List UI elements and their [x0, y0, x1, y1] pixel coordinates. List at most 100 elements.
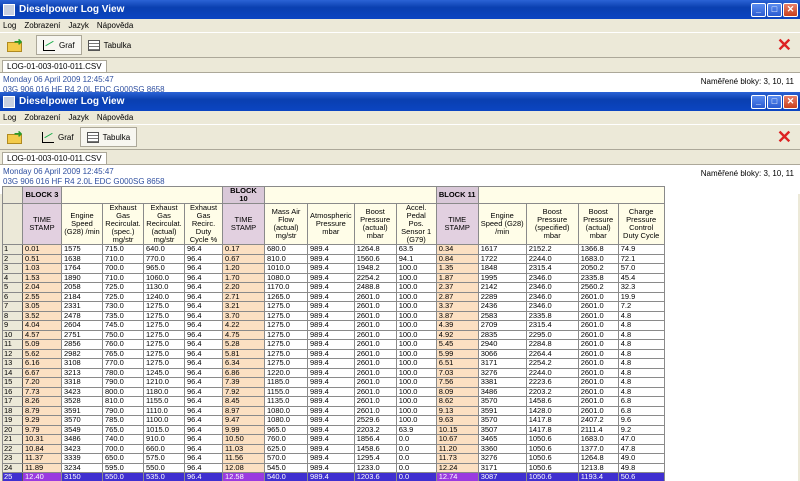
table-cell: 1170.0 — [264, 282, 308, 293]
column-header[interactable]: Mass Air Flow (actual) mg/str — [264, 203, 308, 245]
table-cell: 2601.0 — [353, 301, 397, 312]
table-row[interactable]: 9 4.04 2604 745.0 1275.0 96.4 4.22 1275.0 989.4 2… — [2, 320, 665, 331]
table-cell: 3360 — [477, 443, 527, 454]
minimize-icon[interactable]: _ — [751, 2, 766, 17]
table-cell: 96.4 — [184, 282, 223, 293]
table-cell: 11.37 — [22, 453, 62, 464]
table-cell: 6.86 — [222, 367, 265, 378]
table-row[interactable]: 19 9.29 3570 785.0 1100.0 96.4 9.47 1080.0 989.4… — [2, 415, 665, 426]
table-cell: 790.0 — [102, 405, 144, 416]
column-header[interactable]: Exhaust Gas Recirculat. (actual) mg/str — [143, 203, 185, 245]
table-cell: 989.4 — [307, 244, 355, 255]
file-tab[interactable]: LOG-01-003-010-011.CSV — [2, 152, 107, 164]
table-row[interactable]: 24 11.89 3234 595.0 550.0 96.4 12.08 545.0 989.4… — [2, 462, 665, 473]
table-row[interactable]: 20 9.79 3549 765.0 1015.0 96.4 9.99 965.0 989.4 2… — [2, 424, 665, 435]
close-log-icon[interactable]: ✕ — [777, 36, 792, 54]
menu-language[interactable]: Jazyk — [68, 21, 88, 30]
column-header[interactable]: Boost Pressure (actual) mbar — [353, 203, 397, 245]
table-cell: 8.79 — [22, 405, 62, 416]
table-row[interactable]: 10 4.57 2751 750.0 1275.0 96.4 4.75 1275.0 989.4… — [2, 329, 665, 340]
table-cell: 10.15 — [435, 424, 479, 435]
table-row[interactable]: 2 0.51 1638 710.0 770.0 96.4 0.67 810.0 989.4 156… — [2, 253, 665, 264]
table-row[interactable]: 17 8.26 3528 810.0 1155.0 96.4 8.45 1135.0 989.4… — [2, 396, 665, 407]
table-row[interactable]: 8 3.52 2478 735.0 1275.0 96.4 3.70 1275.0 989.4 2… — [2, 310, 665, 321]
table-row[interactable]: 5 2.04 2058 725.0 1130.0 96.4 2.20 1170.0 989.4 2… — [2, 282, 665, 293]
table-row[interactable]: 14 6.67 3213 780.0 1245.0 96.4 6.86 1220.0 989.4… — [2, 367, 665, 378]
table-row[interactable]: 7 3.05 2331 730.0 1275.0 96.4 3.21 1275.0 989.4 2… — [2, 301, 665, 312]
table-cell: 2601.0 — [577, 396, 619, 407]
table-cell: 1275.0 — [264, 339, 308, 350]
menu-help[interactable]: Nápověda — [97, 113, 133, 122]
table-button[interactable]: Tabulka — [82, 35, 138, 55]
table-cell: 770.0 — [102, 358, 144, 369]
graph-button[interactable]: Graf — [36, 35, 82, 55]
column-header[interactable]: Boost Pressure (actual) mbar — [577, 203, 619, 245]
column-header[interactable]: Boost Pressure (specified) mbar — [525, 203, 579, 245]
table-cell: 745.0 — [102, 320, 144, 331]
column-header[interactable]: Accel. Pedal Pos. Sensor 1 (G79) — [395, 203, 437, 245]
table-cell: 2184 — [61, 291, 103, 302]
table-row[interactable]: 25 12.40 3150 550.0 535.0 96.4 12.58 540.0 989.4… — [2, 472, 665, 481]
table-cell: 4.8 — [617, 329, 665, 340]
table-cell: 545.0 — [264, 462, 308, 473]
table-cell: 2940 — [477, 339, 527, 350]
table-cell: 0.0 — [395, 443, 437, 454]
menu-log[interactable]: Log — [3, 113, 16, 122]
menu-view[interactable]: Zobrazení — [24, 113, 60, 122]
close-icon[interactable]: ✕ — [783, 94, 798, 109]
table-cell: 2601.0 — [577, 329, 619, 340]
table-row[interactable]: 22 10.84 3423 700.0 660.0 96.4 11.03 625.0 989.4… — [2, 443, 665, 454]
table-cell: 2601.0 — [353, 339, 397, 350]
table-row[interactable]: 3 1.03 1764 700.0 965.0 96.4 1.20 1010.0 989.4 19… — [2, 263, 665, 274]
table-cell: 0.51 — [22, 253, 62, 264]
table-cell: 1050.6 — [525, 453, 579, 464]
table-row[interactable]: 11 5.09 2856 760.0 1275.0 96.4 5.28 1275.0 989.4… — [2, 339, 665, 350]
menu-log[interactable]: Log — [3, 21, 16, 30]
table-row[interactable]: 4 1.53 1890 710.0 1060.0 96.4 1.70 1080.0 989.4 2… — [2, 272, 665, 283]
titlebar[interactable]: Dieselpower Log View _ □ ✕ — [0, 92, 800, 111]
table-cell: 2.55 — [22, 291, 62, 302]
close-icon[interactable]: ✕ — [783, 2, 798, 17]
table-button[interactable]: Tabulka — [79, 127, 138, 147]
column-header[interactable]: Exhaust Gas Recirculat. (spec.) mg/str — [102, 203, 144, 245]
table-row[interactable]: 16 7.73 3423 800.0 1180.0 96.4 7.92 1155.0 989.4… — [2, 386, 665, 397]
table-row[interactable]: 21 10.31 3486 740.0 910.0 96.4 10.50 760.0 989.4… — [2, 434, 665, 445]
column-header[interactable]: TIME STAMP — [435, 203, 479, 245]
table-row[interactable]: 13 6.16 3108 770.0 1275.0 96.4 6.34 1275.0 989.4… — [2, 358, 665, 369]
menu-language[interactable]: Jazyk — [68, 113, 88, 122]
block-spacer — [477, 186, 665, 204]
graph-button[interactable]: Graf — [36, 127, 80, 147]
block-header: BLOCK 3 — [22, 186, 62, 204]
menu-help[interactable]: Nápověda — [97, 21, 133, 30]
table-cell: 570.0 — [264, 453, 308, 464]
table-cell: 11.56 — [222, 453, 265, 464]
table-cell: 2856 — [61, 339, 103, 350]
column-header[interactable]: Charge Pressure Control Duty Cycle — [617, 203, 665, 245]
table-cell: 595.0 — [102, 462, 144, 473]
column-header[interactable]: Exhaust Gas Recirc. Duty Cycle % — [184, 203, 223, 245]
open-folder-icon[interactable]: ➜ — [6, 37, 24, 53]
table-row[interactable]: 1 0.01 1575 715.0 640.0 96.4 0.17 680.0 989.4 126… — [2, 244, 665, 255]
minimize-icon[interactable]: _ — [751, 94, 766, 109]
column-header[interactable]: Engine Speed (G28) /min — [61, 203, 103, 245]
data-table[interactable]: BLOCK 3 BLOCK 10 BLOCK 11 TIME STAMP Engi… — [2, 186, 798, 481]
maximize-icon[interactable]: □ — [767, 2, 782, 17]
close-log-icon[interactable]: ✕ — [777, 128, 792, 146]
table-row[interactable]: 23 11.37 3339 650.0 575.0 96.4 11.56 570.0 989.4… — [2, 453, 665, 464]
titlebar[interactable]: Dieselpower Log View _ □ ✕ — [0, 0, 800, 19]
column-header[interactable]: TIME STAMP — [22, 203, 62, 245]
table-cell: 63.5 — [395, 244, 437, 255]
column-header[interactable]: Atmospheric Pressure mbar — [307, 203, 355, 245]
table-row[interactable]: 15 7.20 3318 790.0 1210.0 96.4 7.39 1185.0 989.4… — [2, 377, 665, 388]
menu-view[interactable]: Zobrazení — [24, 21, 60, 30]
table-row[interactable]: 6 2.55 2184 725.0 1240.0 96.4 2.71 1265.0 989.4 2… — [2, 291, 665, 302]
column-header[interactable]: TIME STAMP — [222, 203, 265, 245]
open-folder-icon[interactable]: ➜ — [6, 129, 24, 145]
table-row[interactable]: 12 5.62 2982 765.0 1275.0 96.4 5.81 1275.0 989.4… — [2, 348, 665, 359]
maximize-icon[interactable]: □ — [767, 94, 782, 109]
table-row[interactable]: 18 8.79 3591 790.0 1110.0 96.4 8.97 1080.0 989.4… — [2, 405, 665, 416]
table-cell: 72.1 — [617, 253, 665, 264]
column-header[interactable]: Engine Speed (G28) /min — [477, 203, 527, 245]
block-spacer — [264, 186, 437, 204]
file-tab[interactable]: LOG-01-003-010-011.CSV — [2, 60, 107, 72]
